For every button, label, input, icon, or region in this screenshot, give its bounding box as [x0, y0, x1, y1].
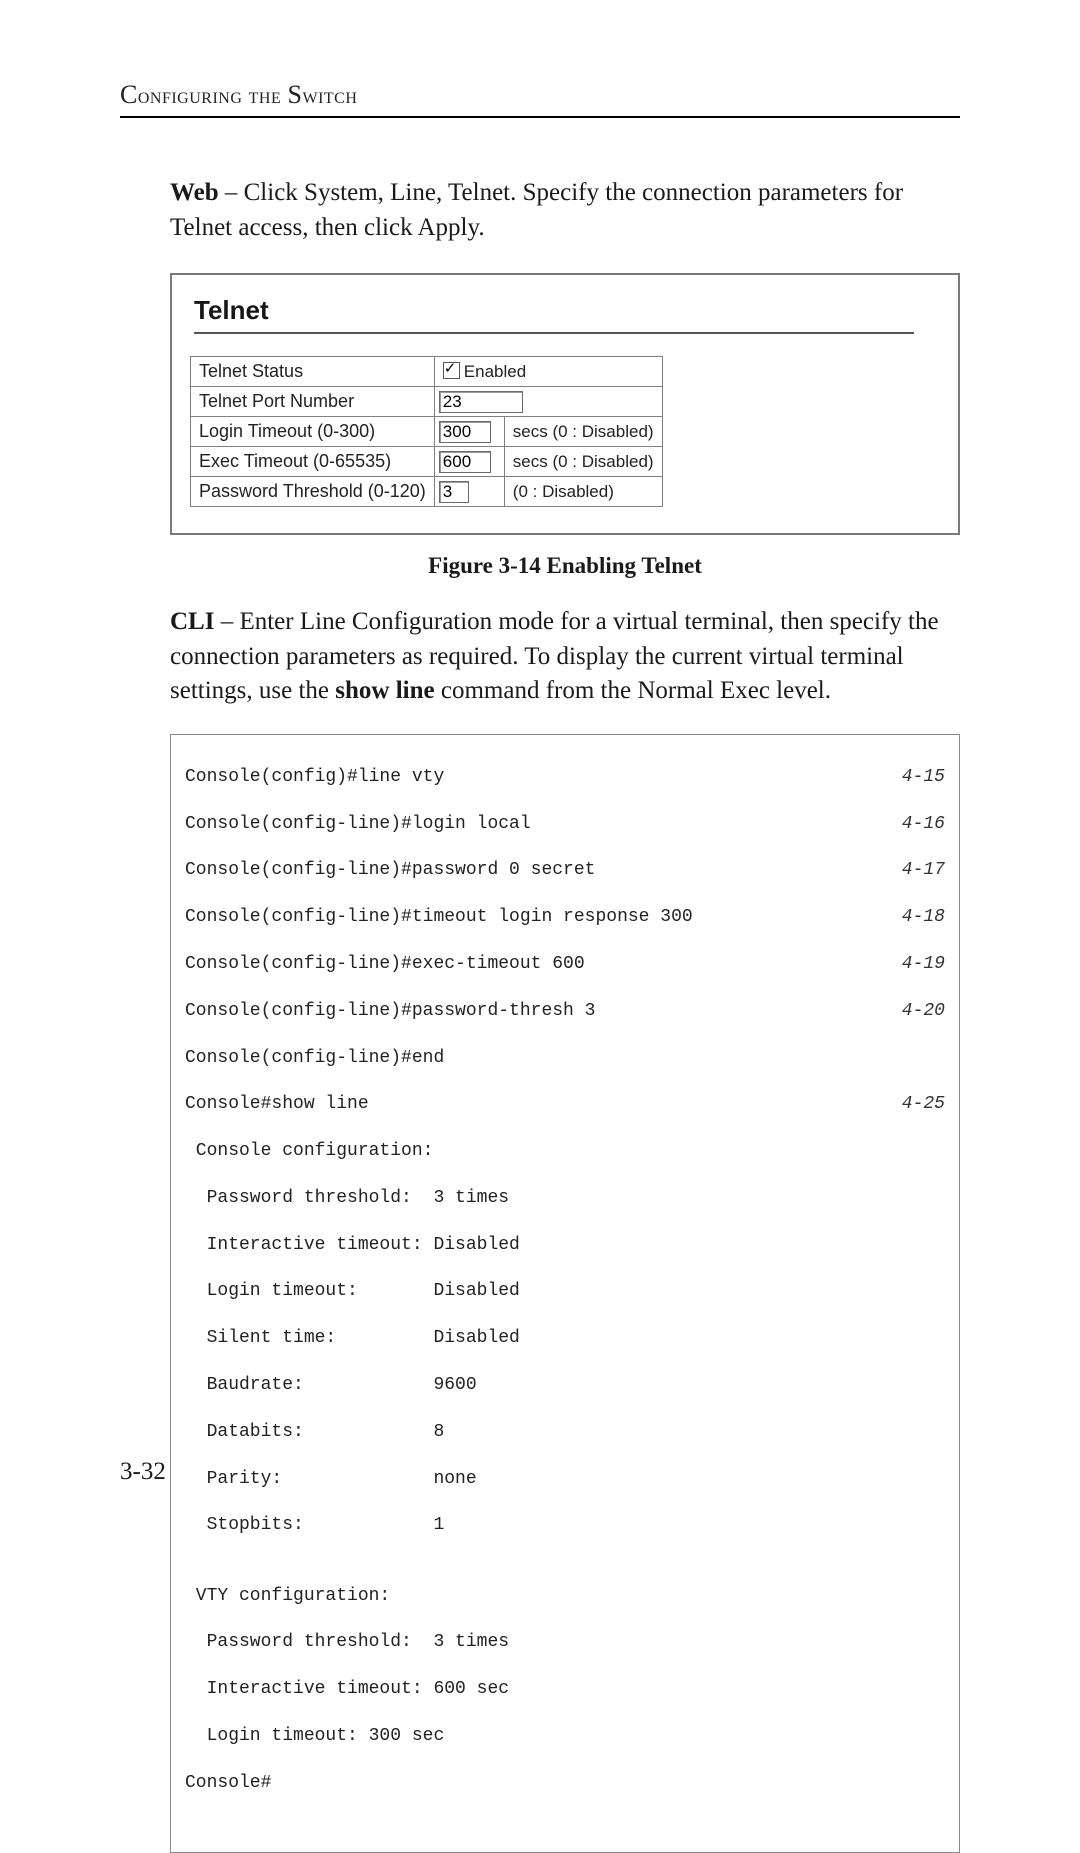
password-threshold-input[interactable] [439, 481, 469, 503]
cli-line: Console# [185, 1772, 271, 1795]
table-row: Login Timeout (0-300) secs (0 : Disabled… [191, 417, 663, 447]
cli-line: Databits: 8 [185, 1421, 444, 1444]
cli-line: Silent time: Disabled [185, 1327, 520, 1350]
cli-ref: 4-19 [882, 953, 945, 976]
table-row: Telnet Port Number [191, 387, 663, 417]
cli-line: Login timeout: 300 sec [185, 1725, 444, 1748]
header-rule [120, 116, 960, 118]
telnet-port-input[interactable] [439, 391, 523, 413]
enabled-label: Enabled [464, 362, 526, 381]
cli-line: VTY configuration: [185, 1585, 390, 1608]
cli-line: Console(config-line)#login local [185, 813, 531, 836]
table-row: Password Threshold (0-120) (0 : Disabled… [191, 477, 663, 507]
cli-lead: CLI [170, 608, 214, 635]
password-threshold-cell [434, 477, 504, 507]
table-row: Telnet Status Enabled [191, 357, 663, 387]
cli-ref: 4-16 [882, 813, 945, 836]
cli-paragraph: CLI – Enter Line Configuration mode for … [170, 605, 960, 709]
web-lead: Web [170, 179, 219, 206]
cli-ref: 4-18 [882, 906, 945, 929]
cli-ref: 4-25 [882, 1093, 945, 1116]
web-rest: – Click System, Line, Telnet. Specify th… [170, 179, 903, 241]
cli-line: Console(config-line)#password-thresh 3 [185, 1000, 595, 1023]
figure-caption: Figure 3-14 Enabling Telnet [120, 553, 1010, 579]
enabled-checkbox[interactable] [443, 362, 460, 379]
exec-timeout-label: Exec Timeout (0-65535) [191, 447, 435, 477]
exec-timeout-input[interactable] [439, 451, 491, 473]
telnet-port-label: Telnet Port Number [191, 387, 435, 417]
cli-bold: show line [335, 677, 434, 704]
cli-line: Password threshold: 3 times [185, 1187, 509, 1210]
page-number: 3-32 [120, 1458, 166, 1486]
cli-line: Interactive timeout: Disabled [185, 1234, 520, 1257]
login-timeout-note: secs (0 : Disabled) [504, 417, 662, 447]
cli-ref: 4-20 [882, 1000, 945, 1023]
cli-line: Console(config-line)#timeout login respo… [185, 906, 693, 929]
cli-line: Console(config)#line vty [185, 766, 444, 789]
password-threshold-label: Password Threshold (0-120) [191, 477, 435, 507]
login-timeout-input[interactable] [439, 421, 491, 443]
cli-ref: 4-17 [882, 859, 945, 882]
cli-line: Login timeout: Disabled [185, 1280, 520, 1303]
cli-line: Console(config-line)#exec-timeout 600 [185, 953, 585, 976]
cli-mid2: command from the Normal Exec level. [435, 677, 831, 704]
telnet-status-cell: Enabled [434, 357, 662, 387]
cli-line: Console(config-line)#end [185, 1047, 444, 1070]
table-row: Exec Timeout (0-65535) secs (0 : Disable… [191, 447, 663, 477]
telnet-settings-table: Telnet Status Enabled Telnet Port Number… [190, 356, 663, 507]
telnet-port-cell [434, 387, 662, 417]
exec-timeout-note: secs (0 : Disabled) [504, 447, 662, 477]
exec-timeout-cell [434, 447, 504, 477]
cli-line: Console#show line [185, 1093, 369, 1116]
running-header: Configuring the Switch [120, 80, 960, 110]
password-threshold-note: (0 : Disabled) [504, 477, 662, 507]
cli-line: Console(config-line)#password 0 secret [185, 859, 595, 882]
login-timeout-cell [434, 417, 504, 447]
telnet-screenshot: Telnet Telnet Status Enabled Telnet Port… [170, 273, 960, 535]
cli-line: Stopbits: 1 [185, 1514, 444, 1537]
cli-line: Interactive timeout: 600 sec [185, 1678, 509, 1701]
cli-line: Parity: none [185, 1468, 477, 1491]
cli-listing: Console(config)#line vty 4-15 Console(con… [170, 734, 960, 1853]
cli-ref: 4-15 [882, 766, 945, 789]
telnet-rule [194, 332, 914, 334]
web-paragraph: Web – Click System, Line, Telnet. Specif… [170, 176, 960, 245]
cli-line: Password threshold: 3 times [185, 1631, 509, 1654]
cli-line: Baudrate: 9600 [185, 1374, 477, 1397]
login-timeout-label: Login Timeout (0-300) [191, 417, 435, 447]
telnet-title: Telnet [194, 295, 958, 326]
telnet-status-label: Telnet Status [191, 357, 435, 387]
cli-line: Console configuration: [185, 1140, 433, 1163]
